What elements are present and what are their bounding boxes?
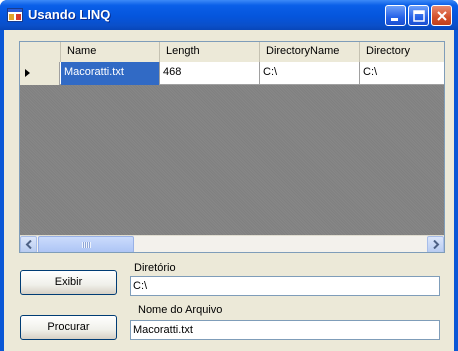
- horizontal-scrollbar[interactable]: [20, 235, 444, 252]
- exibir-button[interactable]: Exibir: [20, 270, 117, 295]
- close-icon: [437, 11, 447, 21]
- column-header-directory[interactable]: Directory: [360, 42, 444, 62]
- cell-length[interactable]: 468: [160, 62, 260, 85]
- scroll-grip: [82, 242, 91, 248]
- window-title: Usando LINQ: [28, 7, 111, 22]
- row-header-cell[interactable]: [20, 62, 60, 85]
- data-grid[interactable]: Name Length DirectoryName Directory Maco…: [19, 41, 445, 253]
- diretorio-field[interactable]: C:\: [130, 276, 440, 296]
- scroll-right-button[interactable]: [427, 236, 444, 252]
- app-window: Usando LINQ Name Length DirectoryName Di…: [0, 0, 458, 351]
- diretorio-label: Diretório: [134, 262, 176, 274]
- cell-directoryname[interactable]: C:\: [260, 62, 360, 85]
- row-pointer-icon: [25, 69, 30, 77]
- column-header-name[interactable]: Name: [61, 42, 160, 62]
- arrow-left-icon: [25, 240, 32, 249]
- scroll-left-button[interactable]: [20, 236, 37, 252]
- title-bar[interactable]: Usando LINQ: [0, 0, 458, 30]
- table-row[interactable]: Macoratti.txt 468 C:\ C:\: [20, 62, 444, 85]
- nome-arquivo-label: Nome do Arquivo: [138, 304, 223, 316]
- scroll-thumb[interactable]: [38, 236, 134, 252]
- grid-corner-cell: [20, 42, 61, 62]
- form-client-area: Name Length DirectoryName Directory Maco…: [4, 30, 454, 351]
- maximize-button[interactable]: [408, 5, 429, 26]
- column-header-directoryname[interactable]: DirectoryName: [260, 42, 360, 62]
- close-button[interactable]: [431, 5, 452, 26]
- minimize-icon: [391, 18, 398, 21]
- maximize-icon: [413, 10, 425, 22]
- column-header-length[interactable]: Length: [160, 42, 260, 62]
- cell-directory[interactable]: C:\: [360, 62, 444, 85]
- cell-name[interactable]: Macoratti.txt: [61, 62, 160, 85]
- app-window-icon: [7, 8, 23, 22]
- nome-arquivo-field[interactable]: Macoratti.txt: [130, 320, 440, 340]
- procurar-button[interactable]: Procurar: [20, 315, 117, 340]
- minimize-button[interactable]: [385, 5, 406, 26]
- grid-header-row: Name Length DirectoryName Directory: [20, 42, 444, 62]
- arrow-right-icon: [433, 240, 440, 249]
